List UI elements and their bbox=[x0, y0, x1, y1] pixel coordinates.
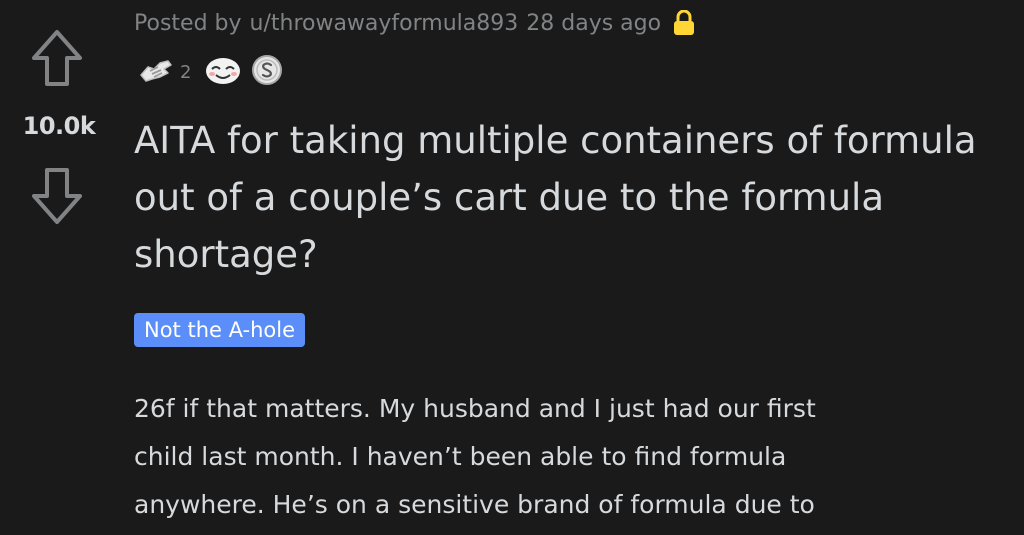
vote-column: 10.0k bbox=[0, 0, 118, 535]
author-link[interactable]: u/throwawayformula893 bbox=[250, 11, 519, 36]
wholesome-face-award-icon[interactable] bbox=[203, 54, 243, 90]
post-body-line: child last month. I haven’t been able to… bbox=[134, 442, 787, 471]
downvote-button[interactable] bbox=[30, 164, 84, 226]
post-body: 26f if that matters. My husband and I ju… bbox=[134, 385, 1014, 529]
upvote-button[interactable] bbox=[30, 28, 84, 90]
post-title[interactable]: AITA for taking multiple containers of f… bbox=[134, 112, 1014, 283]
post-body-line: 26f if that matters. My husband and I ju… bbox=[134, 394, 816, 423]
upvote-arrow-icon bbox=[32, 30, 82, 86]
post-flair[interactable]: Not the A-hole bbox=[134, 313, 305, 347]
vote-score: 10.0k bbox=[22, 112, 96, 140]
downvote-arrow-icon bbox=[32, 168, 82, 224]
silver-coin-award-icon[interactable] bbox=[251, 54, 283, 90]
post-body-line: anywhere. He’s on a sensitive brand of f… bbox=[134, 490, 815, 519]
awards-row: 2 bbox=[138, 54, 291, 90]
helping-hands-award-icon[interactable] bbox=[138, 55, 174, 89]
post-age: 28 days ago bbox=[526, 10, 662, 36]
posted-by-label: Posted by bbox=[134, 10, 242, 36]
award-count: 2 bbox=[180, 61, 192, 83]
lock-icon bbox=[673, 9, 695, 36]
post-meta: Posted by u/throwawayformula893 28 days … bbox=[134, 9, 695, 36]
